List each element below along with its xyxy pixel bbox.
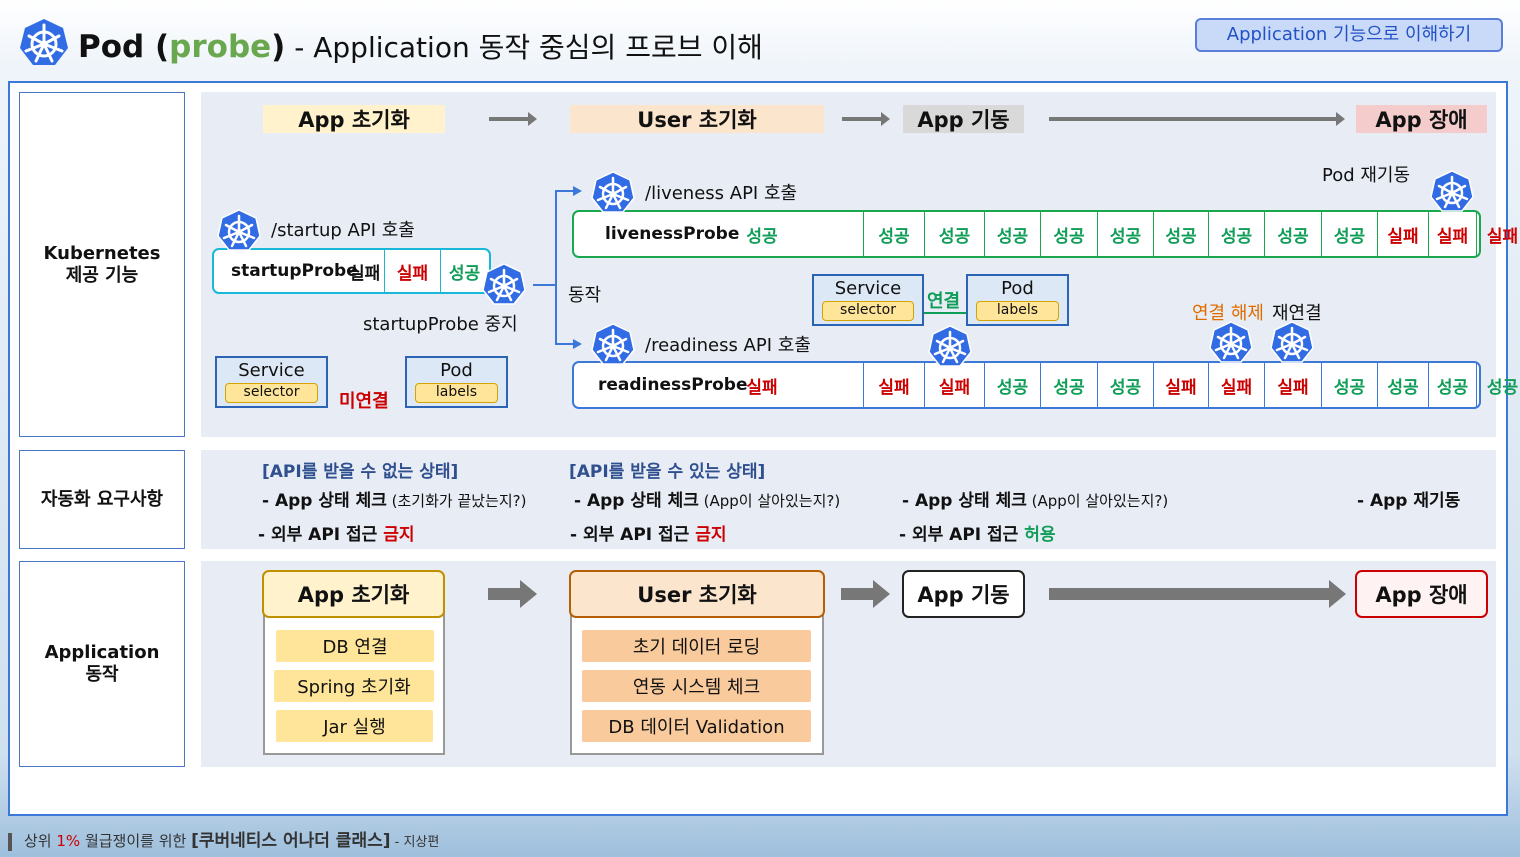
- app-init-item: Jar 실행: [276, 710, 433, 742]
- user-init-item: 초기 데이터 로딩: [582, 630, 811, 662]
- kubernetes-icon: [1209, 321, 1253, 364]
- requirement-run-check: - App 상태 체크 (App이 살아있는지?): [902, 491, 1169, 511]
- connected-label: 연결: [927, 291, 961, 312]
- not-connected-label: 미연결: [339, 391, 389, 412]
- arrow-icon: [488, 580, 537, 608]
- kubernetes-icon: [1430, 170, 1474, 213]
- requirement-startup-api: - 외부 API 접근 금지: [258, 525, 415, 545]
- user-init-item: 연동 시스템 체크: [582, 670, 811, 702]
- requirement-heading-available: [API를 받을 수 있는 상태]: [569, 462, 766, 482]
- app-stage-failure: App 장애: [1355, 570, 1488, 618]
- requirement-user-init-check: - App 상태 체크 (App이 살아있는지?): [574, 491, 841, 511]
- kubernetes-icon: [591, 171, 635, 214]
- arrow-icon: [841, 580, 890, 608]
- arrow-icon: [1049, 580, 1346, 608]
- requirement-startup-check: - App 상태 체크 (초기화가 끝났는지?): [262, 491, 527, 511]
- requirement-run-api: - 외부 API 접근 허용: [899, 525, 1056, 545]
- app-stage-init: App 초기화: [262, 570, 445, 618]
- requirement-user-init-api: - 외부 API 접근 금지: [570, 525, 727, 545]
- service-selector-disconnected: Service selector: [215, 356, 328, 408]
- pod-labels-disconnected: Pod labels: [405, 356, 508, 408]
- footer-text: 상위 1% 월급쟁이를 위한 [쿠버네티스 어나더 클래스] - 지상편: [8, 826, 439, 851]
- kubernetes-icon: [928, 325, 972, 368]
- app-init-item: Spring 초기화: [274, 670, 434, 702]
- app-stage-user-init: User 초기화: [569, 570, 825, 618]
- pod-labels-connected: Pod labels: [966, 274, 1069, 326]
- kubernetes-icon: [482, 263, 526, 306]
- requirement-restart: - App 재기동: [1357, 491, 1461, 511]
- kubernetes-icon: [591, 323, 635, 366]
- kubernetes-icon: [217, 209, 261, 252]
- requirement-heading-unavailable: [API를 받을 수 없는 상태]: [262, 462, 459, 482]
- app-init-item: DB 연결: [276, 630, 434, 662]
- kubernetes-icon: [1270, 321, 1314, 364]
- app-stage-run: App 기동: [902, 570, 1025, 618]
- service-selector-connected: Service selector: [812, 274, 924, 326]
- user-init-item: DB 데이터 Validation: [582, 710, 811, 742]
